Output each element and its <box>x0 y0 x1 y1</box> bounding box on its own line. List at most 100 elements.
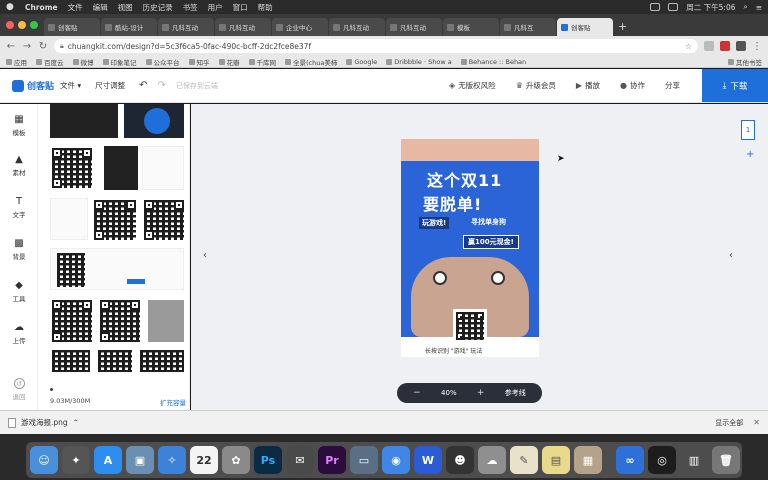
qr-code-thumbnail[interactable] <box>52 350 90 372</box>
qr-code-thumbnail[interactable] <box>100 300 140 342</box>
bookmark-item[interactable]: 百度云 <box>36 57 64 67</box>
premiere-icon[interactable]: Pr <box>318 446 346 474</box>
screen-icon[interactable]: ▭ <box>350 446 378 474</box>
share-button[interactable]: 分享 <box>665 80 680 91</box>
photoshop-icon[interactable]: Ps <box>254 446 282 474</box>
menu-window[interactable]: 窗口 <box>233 2 248 13</box>
back-arrow-icon[interactable]: ← <box>6 41 16 52</box>
qr-code-thumbnail[interactable] <box>144 200 184 240</box>
menu-user[interactable]: 用户 <box>208 2 223 13</box>
apple-icon[interactable]: ● <box>6 2 15 12</box>
tab-9-active[interactable]: 创客贴 <box>557 18 613 36</box>
sidebar-item-background[interactable]: ▩ 背景 <box>0 238 38 261</box>
qr-code-thumbnail[interactable] <box>94 200 136 240</box>
mail-icon[interactable]: ✉ <box>286 446 314 474</box>
resize-button[interactable]: 尺寸调整 <box>95 80 125 91</box>
menu-bookmarks[interactable]: 书签 <box>183 2 198 13</box>
wifi-icon[interactable] <box>668 3 679 11</box>
sidebar-item-material[interactable]: ▲ 素材 <box>0 154 38 177</box>
tab-4[interactable]: 企业中心 <box>272 18 328 36</box>
expand-pages-icon[interactable]: ‹ <box>729 250 733 261</box>
bookmark-item[interactable]: Dribbble · Show a <box>386 58 452 66</box>
redo-icon[interactable]: ↷ <box>158 80 166 91</box>
menu-file[interactable]: 文件 <box>68 2 83 13</box>
card-thumbnail[interactable] <box>50 198 88 240</box>
sidebar-item-upload[interactable]: ☁ 上传 <box>0 322 38 345</box>
new-tab-icon[interactable]: + <box>618 20 627 33</box>
upload-thumbnail[interactable] <box>124 104 184 138</box>
collapse-panel-icon[interactable]: ‹ <box>203 250 207 261</box>
safari-icon[interactable]: ✧ <box>158 446 186 474</box>
bookmark-item[interactable]: 千库网 <box>248 57 276 67</box>
bookmark-item[interactable]: 全景(chua美柿 <box>285 57 337 67</box>
page-thumbnail[interactable]: 1 <box>741 120 755 140</box>
qr-code-thumbnail[interactable] <box>52 148 92 188</box>
bookmark-item[interactable]: 知乎 <box>188 57 210 67</box>
menubar-clock[interactable]: 周二 下午5:06 <box>686 2 735 13</box>
bookmark-star-icon[interactable]: ☆ <box>685 42 692 51</box>
search-icon[interactable]: ⌕ <box>744 2 748 12</box>
card-thumbnail[interactable] <box>50 248 184 290</box>
baidu-icon[interactable]: ∞ <box>616 446 644 474</box>
menu-list-icon[interactable]: ≡ <box>756 3 762 12</box>
reload-icon[interactable]: ↻ <box>38 41 48 52</box>
zoom-out-icon[interactable]: − <box>413 388 421 398</box>
folder-icon[interactable]: ▥ <box>680 446 708 474</box>
zoom-window-icon[interactable] <box>30 21 38 29</box>
minimize-window-icon[interactable] <box>18 21 26 29</box>
sidebar-item-text[interactable]: T 文字 <box>0 196 38 219</box>
add-page-icon[interactable]: + <box>746 149 754 160</box>
trash-icon[interactable]: 🗑︎ <box>712 446 740 474</box>
bookmark-item[interactable]: 公众平台 <box>145 57 180 67</box>
url-bar[interactable]: 🔒︎ chuangkit.com/design?d=5c3f6ca5-0fac-… <box>54 39 698 53</box>
bookmark-item[interactable]: Google <box>346 58 377 66</box>
undo-icon[interactable]: ↶ <box>139 80 147 91</box>
extension-icon-2[interactable] <box>720 41 730 51</box>
bookmark-item[interactable]: 微博 <box>72 57 94 67</box>
profile-icon[interactable] <box>736 41 746 51</box>
chrome-icon[interactable]: ◉ <box>382 446 410 474</box>
sidebar-item-tool[interactable]: ◆ 工具 <box>0 280 38 303</box>
tab-1[interactable]: 酷站-设计 <box>101 18 157 36</box>
logo[interactable]: 创客贴 <box>0 79 60 92</box>
bookmark-item[interactable]: Behance :: Behan <box>460 58 526 66</box>
upgrade-button[interactable]: ♛ 升级会员 <box>516 80 556 91</box>
menu-view[interactable]: 视图 <box>118 2 133 13</box>
bookmark-item[interactable]: 印象笔记 <box>102 57 137 67</box>
chevron-up-icon[interactable]: ⌃ <box>73 418 79 427</box>
sidebar-item-template[interactable]: ▦ 模板 <box>0 114 38 137</box>
close-window-icon[interactable] <box>6 21 14 29</box>
notes-icon[interactable]: ✎ <box>510 446 538 474</box>
poster-title-line2[interactable]: 要脱单! <box>423 191 482 215</box>
calendar-icon[interactable]: 22 <box>190 446 218 474</box>
tab-5[interactable]: 凡科互动 <box>329 18 385 36</box>
menu-app[interactable]: Chrome <box>25 3 58 12</box>
extension-icon[interactable] <box>704 41 714 51</box>
poster-cash-badge[interactable]: 赢100元现金! <box>463 235 519 249</box>
zoom-value[interactable]: 40% <box>441 389 457 397</box>
qr-code-thumbnail[interactable] <box>98 350 132 372</box>
upload-thumbnail[interactable] <box>50 104 118 138</box>
poster-caption[interactable]: 长按识别 "游戏" 玩法 <box>425 346 482 355</box>
close-icon[interactable]: ✕ <box>753 418 760 427</box>
tab-3[interactable]: 凡科互动 <box>215 18 271 36</box>
poster-subtitle-left[interactable]: 玩游戏! <box>419 217 450 229</box>
finder-icon[interactable]: ☺ <box>30 446 58 474</box>
tab-8[interactable]: 凡科互 <box>500 18 556 36</box>
qr-code-thumbnail[interactable] <box>52 300 92 342</box>
quicktime-icon[interactable]: ◎ <box>648 446 676 474</box>
wps-icon[interactable]: W <box>414 446 442 474</box>
poster-qr-code[interactable] <box>453 309 487 343</box>
downloaded-file[interactable]: 游戏海报.png ⌃ <box>8 417 79 428</box>
collab-button[interactable]: ● 协作 <box>620 80 645 91</box>
battery-icon[interactable] <box>650 3 661 11</box>
screenshot-icon[interactable]: ▦ <box>574 446 602 474</box>
bookmark-other[interactable]: 其他书签 <box>728 57 762 67</box>
photo-thumbnail[interactable] <box>104 146 138 190</box>
file-menu[interactable]: 文件 ▾ <box>60 80 81 91</box>
zoom-in-icon[interactable]: + <box>477 388 485 398</box>
poster-title-line1[interactable]: 这个双11 <box>427 167 502 191</box>
menu-history[interactable]: 历史记录 <box>143 2 173 13</box>
tab-2[interactable]: 凡科互动 <box>158 18 214 36</box>
bookmark-item[interactable]: 应用 <box>6 57 27 67</box>
